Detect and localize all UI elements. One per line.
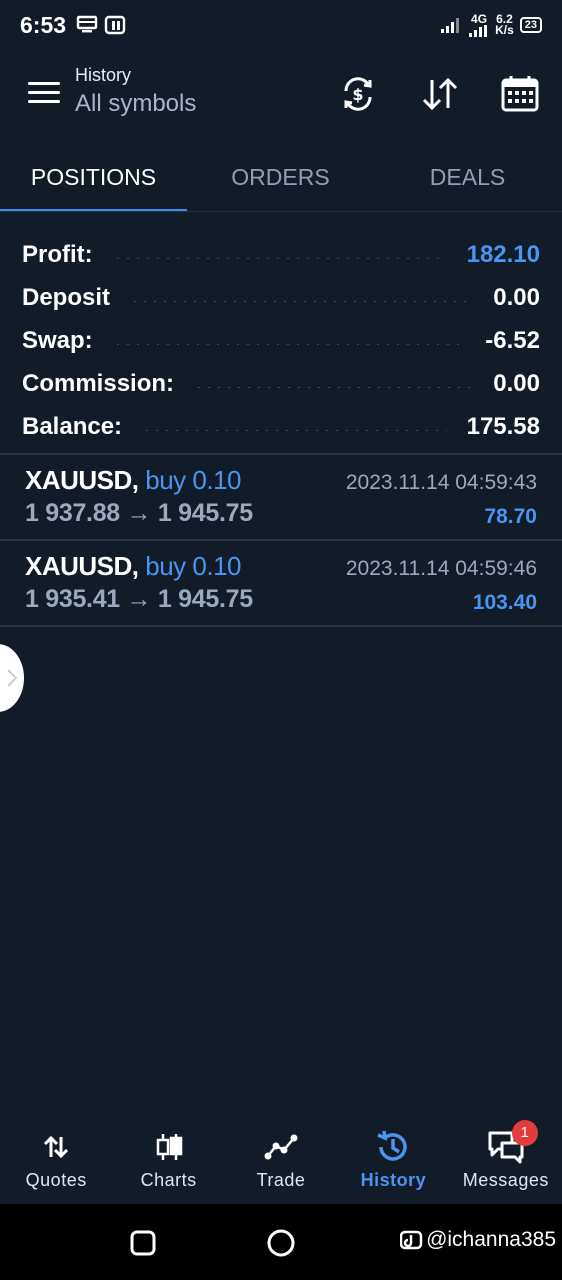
symbol-filter[interactable]: All symbols xyxy=(75,90,196,118)
battery-indicator: 23 xyxy=(519,17,542,33)
deposit-label: Deposit xyxy=(22,284,111,311)
profit-label: Profit: xyxy=(22,241,93,268)
nav-messages-label: Messages xyxy=(462,1170,549,1190)
quotes-arrows-icon xyxy=(44,1135,69,1159)
candlestick-icon xyxy=(156,1134,182,1160)
square-icon xyxy=(130,1230,156,1256)
nav-charts[interactable]: Charts xyxy=(112,1120,224,1204)
chevron-right-icon xyxy=(7,669,18,687)
nav-quotes[interactable]: Quotes xyxy=(0,1120,112,1204)
dotted-leader xyxy=(112,257,447,259)
position-row[interactable]: XAUUSD, buy 0.10 1 937.88 → 1 945.75 202… xyxy=(0,455,562,539)
dotted-leader xyxy=(142,429,447,431)
commission-label: Commission: xyxy=(22,370,175,397)
position-datetime: 2023.11.14 04:59:46 xyxy=(345,557,537,580)
messages-badge: 1 xyxy=(511,1120,538,1146)
symbol-name: XAUUSD, xyxy=(25,551,139,581)
sort-icon[interactable] xyxy=(420,74,460,114)
tiktok-logo-icon xyxy=(400,1230,423,1250)
recents-button[interactable] xyxy=(130,1230,156,1261)
tab-orders[interactable]: ORDERS xyxy=(187,150,374,212)
screen-notification-icon xyxy=(76,15,98,33)
svg-text:$: $ xyxy=(352,85,363,104)
dotted-leader xyxy=(112,343,466,345)
position-symbol: XAUUSD, buy 0.10 xyxy=(25,465,241,496)
signal-icon-2 xyxy=(469,24,488,37)
app-notification-icon xyxy=(104,15,126,35)
position-prices: 1 935.41 → 1 945.75 xyxy=(25,585,253,613)
calendar-icon[interactable] xyxy=(500,74,540,114)
balance-value: 175.58 xyxy=(466,413,540,440)
position-side: buy 0.10 xyxy=(145,465,241,495)
tab-bar: POSITIONS ORDERS DEALS xyxy=(0,150,562,212)
app-header: History All symbols $ xyxy=(0,60,562,130)
summary-row-balance: Balance: 175.58 xyxy=(22,398,540,441)
status-time: 6:53 xyxy=(20,11,67,38)
swap-label: Swap: xyxy=(22,327,93,354)
trend-line-icon xyxy=(264,1134,298,1160)
status-bar: 6:53 4G 6.2 K/s 23 xyxy=(0,0,562,50)
history-clock-icon xyxy=(377,1130,408,1161)
balance-label: Balance: xyxy=(22,413,123,440)
network-label: 4G xyxy=(471,11,488,26)
position-row[interactable]: XAUUSD, buy 0.10 1 935.41 → 1 945.75 202… xyxy=(0,541,562,625)
nav-history-label: History xyxy=(360,1170,427,1190)
title-block: History All symbols xyxy=(75,65,196,118)
commission-value: 0.00 xyxy=(493,370,540,397)
network-speed: 6.2 K/s xyxy=(495,13,514,37)
nav-trade-label: Trade xyxy=(256,1170,306,1190)
account-summary: Profit: 182.10 Deposit 0.00 Swap: -6.52 … xyxy=(22,226,540,441)
page-title: History xyxy=(75,65,132,85)
currency-exchange-icon[interactable]: $ xyxy=(338,74,378,114)
nav-history[interactable]: History xyxy=(337,1120,449,1204)
dotted-leader xyxy=(130,300,474,302)
summary-row-deposit: Deposit 0.00 xyxy=(22,269,540,312)
circle-icon xyxy=(267,1229,295,1257)
tab-positions[interactable]: POSITIONS xyxy=(0,150,187,212)
position-side: buy 0.10 xyxy=(145,551,241,581)
nav-charts-label: Charts xyxy=(140,1170,197,1190)
menu-icon[interactable] xyxy=(28,82,60,108)
nav-quotes-label: Quotes xyxy=(25,1170,87,1190)
tab-deals[interactable]: DEALS xyxy=(374,150,561,212)
list-divider xyxy=(0,625,562,627)
position-datetime: 2023.11.14 04:59:43 xyxy=(345,471,537,494)
deposit-value: 0.00 xyxy=(493,284,540,311)
position-symbol: XAUUSD, buy 0.10 xyxy=(25,551,241,582)
position-prices: 1 937.88 → 1 945.75 xyxy=(25,499,253,527)
nav-messages[interactable]: 1 Messages xyxy=(450,1120,562,1204)
summary-row-commission: Commission: 0.00 xyxy=(22,355,540,398)
nav-trade[interactable]: Trade xyxy=(225,1120,337,1204)
network-type: 4G xyxy=(469,11,489,37)
watermark-text: @ichanna385 xyxy=(426,1228,556,1251)
notification-icons xyxy=(76,15,126,35)
position-profit: 103.40 xyxy=(472,591,537,614)
swap-value: -6.52 xyxy=(485,327,540,354)
tab-divider xyxy=(0,211,562,212)
home-button[interactable] xyxy=(266,1228,296,1263)
watermark: @ichanna385 xyxy=(400,1228,556,1252)
signal-icon xyxy=(441,18,460,33)
summary-row-profit: Profit: 182.10 xyxy=(22,226,540,269)
bottom-navigation: Quotes Charts Trade History 1 Messages xyxy=(0,1120,562,1204)
profit-value: 182.10 xyxy=(466,241,540,268)
summary-row-swap: Swap: -6.52 xyxy=(22,312,540,355)
system-navigation-bar: @ichanna385 xyxy=(0,1204,562,1280)
dotted-leader xyxy=(194,386,474,388)
position-profit: 78.70 xyxy=(484,505,537,528)
symbol-name: XAUUSD, xyxy=(25,465,139,495)
speed-unit: K/s xyxy=(495,23,514,37)
side-drawer-handle[interactable] xyxy=(0,644,24,712)
